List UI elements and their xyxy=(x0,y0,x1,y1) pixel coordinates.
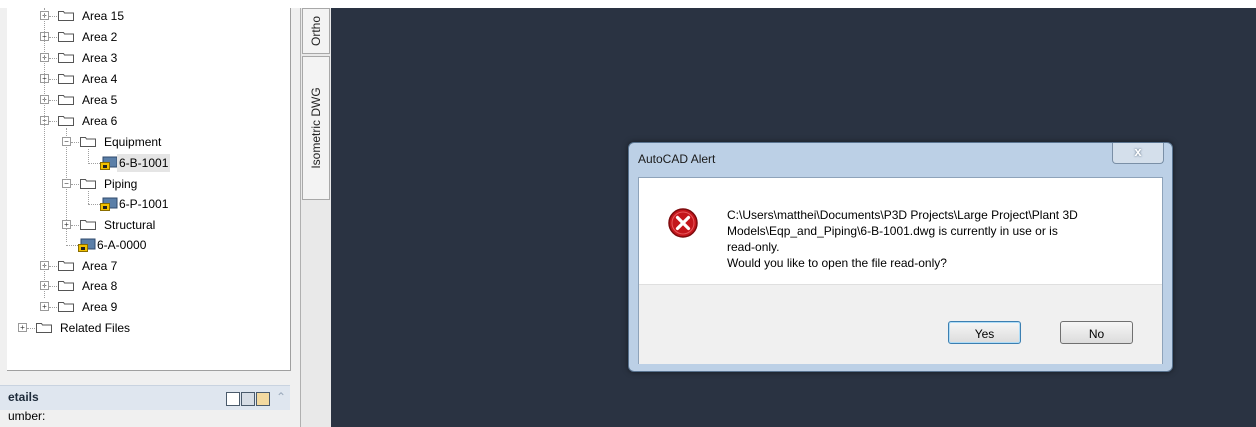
drawing-file-icon xyxy=(100,156,118,170)
expand-icon[interactable]: + xyxy=(40,302,49,311)
tree-item-area-6[interactable]: − Area 6 xyxy=(7,112,287,130)
tree-item-label: 6-A-0000 xyxy=(97,238,147,252)
folder-icon xyxy=(58,53,74,63)
folder-icon xyxy=(80,137,96,147)
tree-item-label: Related Files xyxy=(60,321,131,335)
number-label: umber: xyxy=(8,409,46,423)
message-line: Models\Eqp_and_Piping\6-B-1001.dwg is cu… xyxy=(727,224,1058,238)
tree-item-label: 6-P-1001 xyxy=(119,197,169,211)
details-panel-header[interactable]: etails ⌃ xyxy=(0,385,290,410)
dialog-title: AutoCAD Alert xyxy=(638,152,716,166)
folder-icon xyxy=(58,11,74,21)
vertical-tab-strip: Ortho Isometric DWG xyxy=(300,8,332,427)
tree-item-label: Area 7 xyxy=(82,259,118,273)
tree-item-label: Area 6 xyxy=(82,114,118,128)
folder-icon xyxy=(58,32,74,42)
dialog-message: C:\Users\matthei\Documents\P3D Projects\… xyxy=(727,207,1147,271)
tab-isometric-dwg[interactable]: Isometric DWG xyxy=(302,56,330,200)
folder-icon xyxy=(58,95,74,105)
yes-button[interactable]: Yes xyxy=(948,321,1021,344)
tree-item-related-files[interactable]: + Related Files xyxy=(7,319,287,337)
tree-item-area-2[interactable]: + Area 2 xyxy=(7,28,287,46)
tree-item-label: Area 5 xyxy=(82,93,118,107)
drawing-file-icon xyxy=(78,238,96,252)
message-line: read-only. xyxy=(727,240,780,254)
folder-icon xyxy=(58,261,74,271)
close-button[interactable]: x xyxy=(1112,143,1164,164)
error-icon xyxy=(668,208,698,238)
folder-icon xyxy=(80,179,96,189)
folder-icon xyxy=(58,116,74,126)
collapse-icon[interactable]: − xyxy=(62,137,71,146)
project-tree[interactable]: + Area 15 + Area 2 + Area 3 + Area 4 + A… xyxy=(7,8,291,371)
folder-icon xyxy=(58,302,74,312)
message-line: Would you like to open the file read-onl… xyxy=(727,256,947,270)
folder-icon xyxy=(58,281,74,291)
tree-item-label: Area 3 xyxy=(82,51,118,65)
no-button[interactable]: No xyxy=(1060,321,1133,344)
tree-item-piping[interactable]: − Piping xyxy=(7,175,287,193)
tree-item-label: Piping xyxy=(104,177,138,191)
collapse-panel-icon[interactable]: ⌃ xyxy=(276,390,286,404)
thumbnail-icon[interactable] xyxy=(256,392,270,406)
folder-icon xyxy=(36,323,52,333)
tree-item-label: Equipment xyxy=(104,135,162,149)
list-view-icon[interactable] xyxy=(226,392,240,406)
tree-item-equipment[interactable]: − Equipment xyxy=(7,133,287,151)
tree-item-area-4[interactable]: + Area 4 xyxy=(7,70,287,88)
tree-item-area-5[interactable]: + Area 5 xyxy=(7,91,287,109)
tree-item-area-7[interactable]: + Area 7 xyxy=(7,257,287,275)
expand-icon[interactable]: + xyxy=(62,220,71,229)
tree-item-area-8[interactable]: + Area 8 xyxy=(7,277,287,295)
tree-item-label: Area 9 xyxy=(82,300,118,314)
tree-item-area-15[interactable]: + Area 15 xyxy=(7,8,287,25)
tree-item-label: Area 2 xyxy=(82,30,118,44)
expand-icon[interactable]: + xyxy=(18,323,27,332)
collapse-icon[interactable]: − xyxy=(62,179,71,188)
tree-item-label: Area 15 xyxy=(82,9,125,23)
project-manager-panel: + Area 15 + Area 2 + Area 3 + Area 4 + A… xyxy=(0,8,300,427)
drawing-file-icon xyxy=(100,197,118,211)
preview-icon[interactable] xyxy=(241,392,255,406)
folder-icon xyxy=(80,220,96,230)
tree-item-label: 6-B-1001 xyxy=(117,154,171,172)
message-line: C:\Users\matthei\Documents\P3D Projects\… xyxy=(727,208,1078,222)
tree-item-6-a-0000[interactable]: 6-A-0000 xyxy=(7,236,287,254)
tree-item-structural[interactable]: + Structural xyxy=(7,216,287,234)
tab-ortho[interactable]: Ortho xyxy=(302,8,330,54)
tree-item-label: Area 4 xyxy=(82,72,118,86)
close-icon: x xyxy=(1134,144,1142,159)
tree-item-area-9[interactable]: + Area 9 xyxy=(7,298,287,316)
dialog-body: C:\Users\matthei\Documents\P3D Projects\… xyxy=(638,177,1163,364)
alert-dialog: AutoCAD Alert x C:\Users\matthei\Documen… xyxy=(628,142,1173,372)
folder-icon xyxy=(58,74,74,84)
tree-item-6-b-1001[interactable]: 6-B-1001 xyxy=(7,154,287,172)
tree-item-label: Area 8 xyxy=(82,279,118,293)
details-title: etails xyxy=(8,390,39,404)
tree-item-area-3[interactable]: + Area 3 xyxy=(7,49,287,67)
tree-item-6-p-1001[interactable]: 6-P-1001 xyxy=(7,195,287,213)
tab-label: Isometric DWG xyxy=(309,87,323,169)
tree-item-label: Structural xyxy=(104,218,156,232)
tab-label: Ortho xyxy=(309,15,323,47)
top-strip xyxy=(0,0,1256,8)
